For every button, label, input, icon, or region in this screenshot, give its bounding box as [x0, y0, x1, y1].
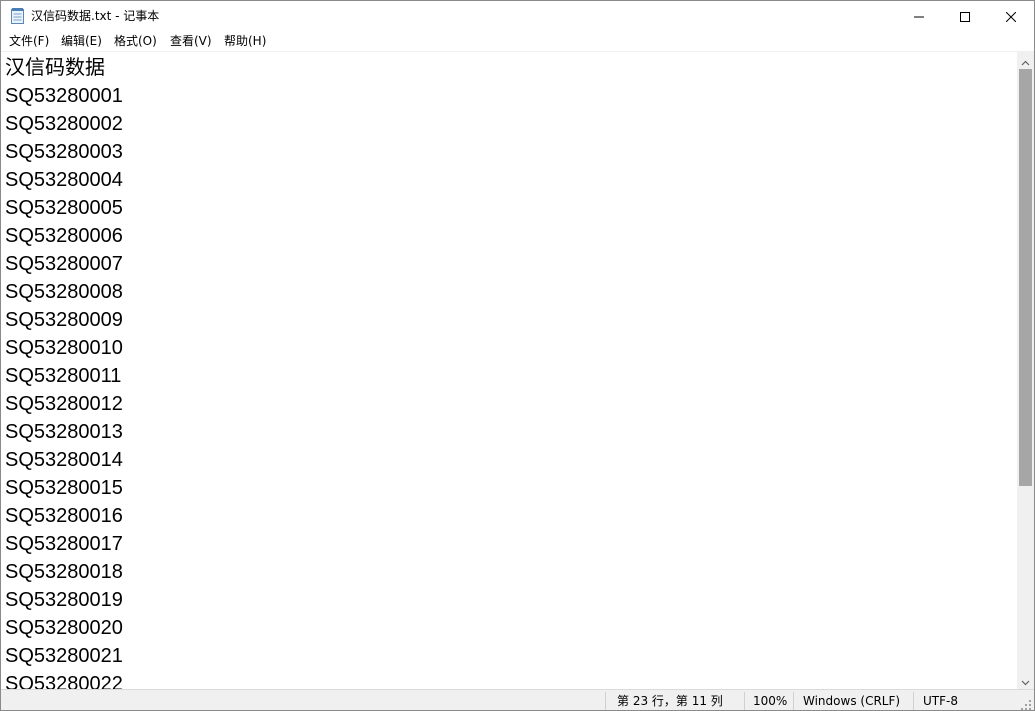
scroll-up-button[interactable]	[1017, 52, 1034, 69]
text-line: SQ53280005	[5, 197, 123, 219]
text-line: SQ53280004	[5, 169, 123, 191]
window-title: 汉信码数据.txt - 记事本	[31, 9, 160, 23]
status-divider	[793, 692, 794, 710]
text-line: SQ53280006	[5, 225, 123, 247]
text-line: SQ53280002	[5, 113, 123, 135]
line-ending: Windows (CRLF)	[803, 694, 901, 708]
vertical-scrollbar[interactable]	[1017, 52, 1034, 689]
text-line: SQ53280011	[5, 365, 122, 387]
text-line: SQ53280010	[5, 337, 123, 359]
maximize-button[interactable]	[942, 1, 988, 31]
text-line: SQ53280008	[5, 281, 123, 303]
menu-view[interactable]: 查看(V)	[170, 33, 212, 49]
menu-edit[interactable]: 编辑(E)	[61, 33, 102, 49]
close-button[interactable]	[988, 1, 1034, 31]
close-icon	[1005, 7, 1017, 26]
menu-format[interactable]: 格式(O)	[114, 33, 157, 49]
scroll-down-button[interactable]	[1017, 672, 1034, 689]
text-line: SQ53280012	[5, 393, 123, 415]
text-line: SQ53280014	[5, 449, 123, 471]
text-line: SQ53280001	[5, 85, 123, 107]
encoding: UTF-8	[923, 694, 958, 708]
minimize-button[interactable]	[896, 1, 942, 31]
text-line: SQ53280003	[5, 141, 123, 163]
text-line: SQ53280013	[5, 421, 123, 443]
chevron-down-icon	[1021, 671, 1030, 690]
resize-grip-icon[interactable]	[1020, 696, 1032, 710]
menu-bar: 文件(F) 编辑(E) 格式(O) 查看(V) 帮助(H)	[1, 31, 1034, 52]
status-bar: 第 23 行，第 11 列 100% Windows (CRLF) UTF-8	[1, 689, 1034, 710]
status-divider	[913, 692, 914, 710]
notepad-window: 汉信码数据.txt - 记事本 文件(F) 编辑(E) 格式(O) 查看(V)	[0, 0, 1035, 711]
title-bar[interactable]: 汉信码数据.txt - 记事本	[1, 1, 1034, 31]
menu-help[interactable]: 帮助(H)	[224, 33, 266, 49]
menu-file[interactable]: 文件(F)	[9, 33, 49, 49]
text-line: SQ53280020	[5, 617, 123, 639]
maximize-icon	[960, 7, 970, 26]
text-line: SQ53280016	[5, 505, 123, 527]
text-line: SQ53280007	[5, 253, 123, 275]
status-divider	[605, 692, 606, 710]
text-line: SQ53280022	[5, 673, 123, 689]
cursor-position: 第 23 行，第 11 列	[617, 694, 723, 708]
notepad-icon	[11, 8, 24, 24]
text-line: SQ53280018	[5, 561, 123, 583]
status-divider	[744, 692, 745, 710]
text-line: SQ53280017	[5, 533, 123, 555]
text-line: SQ53280015	[5, 477, 123, 499]
text-line: SQ53280009	[5, 309, 123, 331]
text-line: 汉信码数据	[5, 57, 105, 79]
text-editor[interactable]: 汉信码数据 SQ53280001 SQ53280002 SQ53280003 S…	[1, 52, 1017, 689]
minimize-icon	[914, 7, 924, 26]
chevron-up-icon	[1021, 51, 1030, 70]
scrollbar-thumb[interactable]	[1019, 69, 1032, 486]
zoom-level: 100%	[753, 694, 788, 708]
text-line: SQ53280021	[5, 645, 123, 667]
text-line: SQ53280019	[5, 589, 123, 611]
